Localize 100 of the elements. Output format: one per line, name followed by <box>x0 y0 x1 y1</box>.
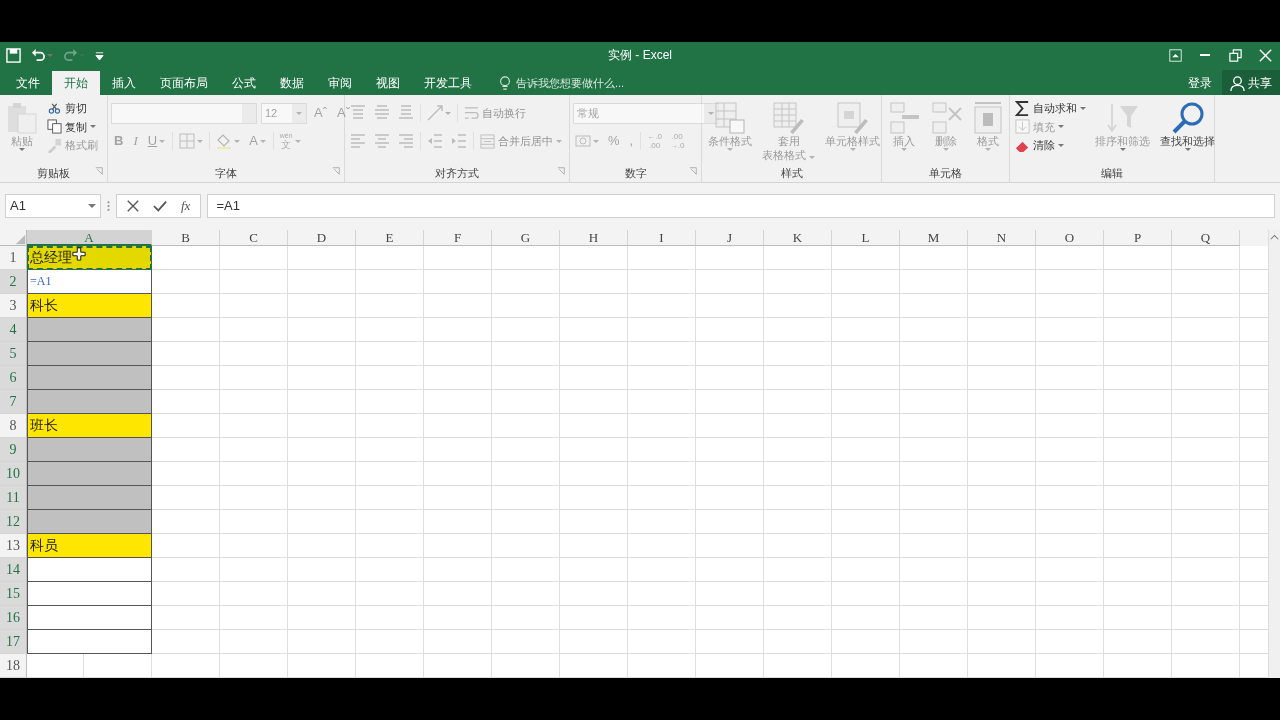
insert-function-button[interactable]: fx <box>181 195 191 216</box>
table-cell[interactable] <box>27 558 152 582</box>
save-icon <box>6 47 21 63</box>
sigma-icon <box>1015 100 1030 116</box>
table-cell[interactable] <box>27 606 152 630</box>
ribbon-tab[interactable]: 文件 <box>4 71 52 95</box>
ribbon-button[interactable]: 复制 <box>45 118 100 135</box>
column-header[interactable]: A <box>27 230 152 246</box>
row-header[interactable]: 6 <box>0 366 27 390</box>
table-rules-icon <box>714 102 746 134</box>
column-header[interactable]: G <box>492 230 560 246</box>
close-icon <box>1258 48 1272 62</box>
table-cell[interactable] <box>27 486 152 510</box>
table-cell[interactable] <box>27 318 152 342</box>
ribbon-tab[interactable]: 页面布局 <box>148 71 220 95</box>
tell-me-search[interactable]: 告诉我您想要做什么... <box>516 74 625 92</box>
row-header[interactable]: 8 <box>0 414 27 438</box>
group-label: 数字 <box>624 165 647 181</box>
column-header[interactable]: Q <box>1172 230 1240 246</box>
row-header[interactable]: 15 <box>0 582 27 606</box>
more-icon <box>107 199 110 212</box>
column-header[interactable]: F <box>424 230 492 246</box>
row-header[interactable]: 5 <box>0 342 27 366</box>
ribbon-button[interactable]: 查找和选择 <box>1157 100 1218 153</box>
ribbon-tab[interactable]: 审阅 <box>316 71 364 95</box>
table-cell[interactable]: 科员 <box>27 534 152 558</box>
table-cell[interactable] <box>27 366 152 390</box>
copy-icon <box>47 119 62 135</box>
ribbon-tab[interactable]: 公式 <box>220 71 268 95</box>
sort-filter-icon <box>1106 102 1139 134</box>
row-header[interactable]: 7 <box>0 390 27 414</box>
align-center-icon <box>374 133 390 149</box>
align-left-icon <box>350 133 366 149</box>
table-cell[interactable] <box>27 510 152 534</box>
table-cell[interactable] <box>27 438 152 462</box>
dropdown-arrow-icon <box>88 203 96 208</box>
table-cell[interactable] <box>27 462 152 486</box>
restore-icon <box>1228 48 1242 62</box>
format-cells-icon <box>972 102 1004 134</box>
ribbon-button[interactable]: 自动求和 <box>1013 100 1088 117</box>
row-header[interactable]: 9 <box>0 438 27 462</box>
table-cell[interactable]: 班长 <box>27 414 152 438</box>
align-bottom-icon <box>398 105 414 121</box>
minimize-icon <box>1200 54 1210 56</box>
table-cell[interactable]: =A1 <box>27 270 152 294</box>
column-header[interactable]: M <box>900 230 968 246</box>
row-header[interactable]: 2 <box>0 270 27 294</box>
vertical-scrollbar[interactable] <box>1268 230 1280 678</box>
save-button[interactable] <box>4 47 23 63</box>
ribbon-tab[interactable]: 插入 <box>100 71 148 95</box>
sign-in-link[interactable]: 登录 <box>1178 74 1222 92</box>
cell-brush-icon <box>836 102 869 134</box>
table-brush-icon <box>772 102 805 134</box>
ribbon-tab[interactable]: 开始 <box>52 71 100 95</box>
table-cell[interactable]: 总经理 <box>27 246 152 270</box>
table-cell[interactable] <box>27 342 152 366</box>
ribbon-tab[interactable]: 视图 <box>364 71 412 95</box>
column-header[interactable]: J <box>696 230 764 246</box>
customize-button[interactable] <box>93 50 106 60</box>
group-label: 样式 <box>780 165 803 181</box>
ribbon-button[interactable]: 剪切 <box>45 100 100 117</box>
table-cell[interactable] <box>27 630 152 654</box>
row-header[interactable]: 13 <box>0 534 27 558</box>
row-header[interactable]: 18 <box>0 654 27 678</box>
column-header[interactable]: I <box>628 230 696 246</box>
column-header[interactable]: L <box>832 230 900 246</box>
text-angle-icon <box>427 105 443 121</box>
search-icon <box>1171 102 1204 134</box>
row-header[interactable]: 11 <box>0 486 27 510</box>
column-header[interactable]: K <box>764 230 832 246</box>
row-header[interactable]: 3 <box>0 294 27 318</box>
row-header[interactable]: 12 <box>0 510 27 534</box>
column-header[interactable]: B <box>152 230 220 246</box>
table-cell[interactable] <box>27 582 152 606</box>
share-button[interactable]: 共享 <box>1222 69 1280 97</box>
row-header[interactable]: 4 <box>0 318 27 342</box>
undo-button[interactable] <box>29 47 55 63</box>
row-header[interactable]: 10 <box>0 462 27 486</box>
ribbon-tab[interactable]: 开发工具 <box>412 71 484 95</box>
lightbulb-icon <box>498 76 512 90</box>
customize-icon <box>95 50 104 60</box>
column-header[interactable]: P <box>1104 230 1172 246</box>
column-header[interactable]: H <box>560 230 628 246</box>
table-cell[interactable] <box>27 390 152 414</box>
row-header[interactable]: 14 <box>0 558 27 582</box>
row-header[interactable]: 17 <box>0 630 27 654</box>
column-header[interactable]: O <box>1036 230 1104 246</box>
table-cell[interactable]: 科长 <box>27 294 152 318</box>
group-label: 剪贴板 <box>37 165 70 181</box>
ribbon-tab[interactable]: 数据 <box>268 71 316 95</box>
formula-field[interactable]: =A1 <box>207 193 1275 218</box>
column-header[interactable]: D <box>288 230 356 246</box>
name-box[interactable]: A1 <box>5 193 101 218</box>
column-header[interactable]: N <box>968 230 1036 246</box>
column-header[interactable]: E <box>356 230 424 246</box>
row-header[interactable]: 1 <box>0 246 27 270</box>
row-header[interactable]: 16 <box>0 606 27 630</box>
cancel-icon <box>127 199 139 212</box>
ribbon-button[interactable]: 清除 <box>1013 137 1088 154</box>
column-header[interactable]: C <box>220 230 288 246</box>
